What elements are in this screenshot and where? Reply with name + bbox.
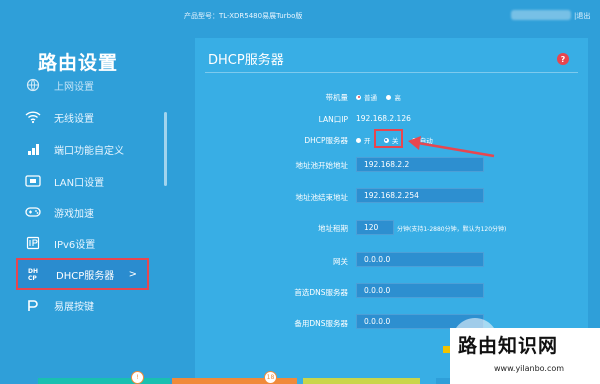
- dns1-input[interactable]: 0.0.0.0: [356, 283, 484, 298]
- dhcp-icon: DH CP: [26, 265, 44, 283]
- dhcp-option-auto[interactable]: 自动: [411, 135, 433, 145]
- blurred-username: [511, 10, 571, 20]
- sidebar-item-dhcp[interactable]: DH CP DHCP服务器 >: [16, 258, 149, 290]
- dhcp-label: DHCP服务器: [304, 136, 348, 145]
- gateway-label: 网关: [333, 257, 348, 266]
- dns1-label: 首选DNS服务器: [294, 288, 348, 297]
- title-divider: [205, 72, 578, 73]
- pool-start-label: 地址池开始地址: [295, 161, 349, 170]
- sidebar-item-label: IPv6设置: [54, 239, 96, 251]
- lease-label: 地址租期: [318, 224, 348, 233]
- dns2-label: 备用DNS服务器: [294, 319, 348, 328]
- gamepad-icon: [24, 203, 42, 221]
- ipv6-icon: [24, 234, 42, 252]
- watermark-mark: [443, 346, 450, 353]
- sidebar-item-label: 端口功能自定义: [54, 145, 124, 157]
- sidebar-item-game-accel[interactable]: 游戏加速: [24, 199, 159, 225]
- sidebar-item-label: 上网设置: [54, 81, 94, 93]
- globe-icon: [24, 76, 42, 94]
- mode-option-high[interactable]: 高: [386, 92, 401, 102]
- port-icon: [24, 140, 42, 158]
- lan-ip-value: 192.168.2.126: [356, 114, 411, 123]
- sidebar-scrollbar[interactable]: [164, 112, 167, 186]
- sidebar-item-ipv6[interactable]: IPv6设置: [24, 230, 159, 256]
- sidebar-item-lan[interactable]: LAN口设置: [24, 168, 159, 194]
- sidebar-title: 路由设置: [38, 52, 119, 74]
- bottom-card-4[interactable]: [436, 378, 450, 384]
- pool-end-input[interactable]: 192.168.2.254: [356, 188, 484, 203]
- pool-end-label: 地址池结束地址: [295, 193, 349, 202]
- mode-label: 带机量: [325, 93, 349, 102]
- lease-hint: 分钟(支持1-2880分钟，默认为120分钟): [397, 226, 507, 233]
- bottom-card-2[interactable]: [172, 378, 297, 384]
- count-badge: 18: [264, 371, 277, 384]
- watermark-url: www.yilanbo.com: [494, 364, 565, 373]
- mode-option-normal[interactable]: 普通: [356, 92, 377, 102]
- wifi-icon: [24, 108, 42, 126]
- highlight-box: [374, 129, 403, 148]
- product-model: 产品型号：TL-XDR5480易展Turbo版: [184, 12, 303, 20]
- sidebar-item-label: 游戏加速: [54, 208, 94, 220]
- sidebar-item-internet[interactable]: 上网设置: [24, 74, 159, 96]
- sidebar-item-label: 易展按键: [54, 301, 94, 313]
- lan-ip-label: LAN口IP: [318, 115, 348, 124]
- svg-text:CP: CP: [28, 275, 37, 281]
- sidebar-item-label: DHCP服务器: [56, 270, 115, 282]
- dhcp-option-on[interactable]: 开: [356, 135, 371, 145]
- easymesh-icon: [24, 296, 42, 314]
- sidebar-item-wireless[interactable]: 无线设置: [24, 104, 159, 130]
- page-title: DHCP服务器: [208, 53, 284, 68]
- bottom-card-1[interactable]: [38, 378, 170, 384]
- watermark-title: 路由知识网: [458, 335, 559, 357]
- sidebar-item-label: 无线设置: [54, 113, 94, 125]
- sidebar-item-easymesh[interactable]: 易展按键: [24, 292, 159, 318]
- lan-icon: [24, 172, 42, 190]
- radio-unchecked-icon: [356, 137, 361, 143]
- mode-radio-group: 普通 高: [356, 92, 408, 102]
- sidebar: 路由设置 上网设置 无线设置 端口功能自定义 LAN口设置 游戏加速 IPv6设…: [0, 0, 172, 384]
- alert-badge: !: [131, 371, 144, 384]
- sidebar-item-port-custom[interactable]: 端口功能自定义: [24, 136, 159, 162]
- pool-start-input[interactable]: 192.168.2.2: [356, 157, 484, 172]
- help-icon[interactable]: ?: [557, 53, 569, 65]
- svg-text:DH: DH: [28, 268, 38, 275]
- radio-unchecked-icon: [411, 137, 417, 143]
- sidebar-item-label: LAN口设置: [54, 177, 105, 189]
- lease-input[interactable]: 120: [356, 220, 394, 235]
- bottom-card-3[interactable]: [303, 378, 420, 384]
- gateway-input[interactable]: 0.0.0.0: [356, 252, 484, 267]
- radio-checked-icon: [356, 94, 361, 100]
- chevron-right-icon: >: [128, 268, 137, 280]
- logout-link[interactable]: |退出: [574, 11, 590, 21]
- radio-unchecked-icon: [386, 94, 392, 100]
